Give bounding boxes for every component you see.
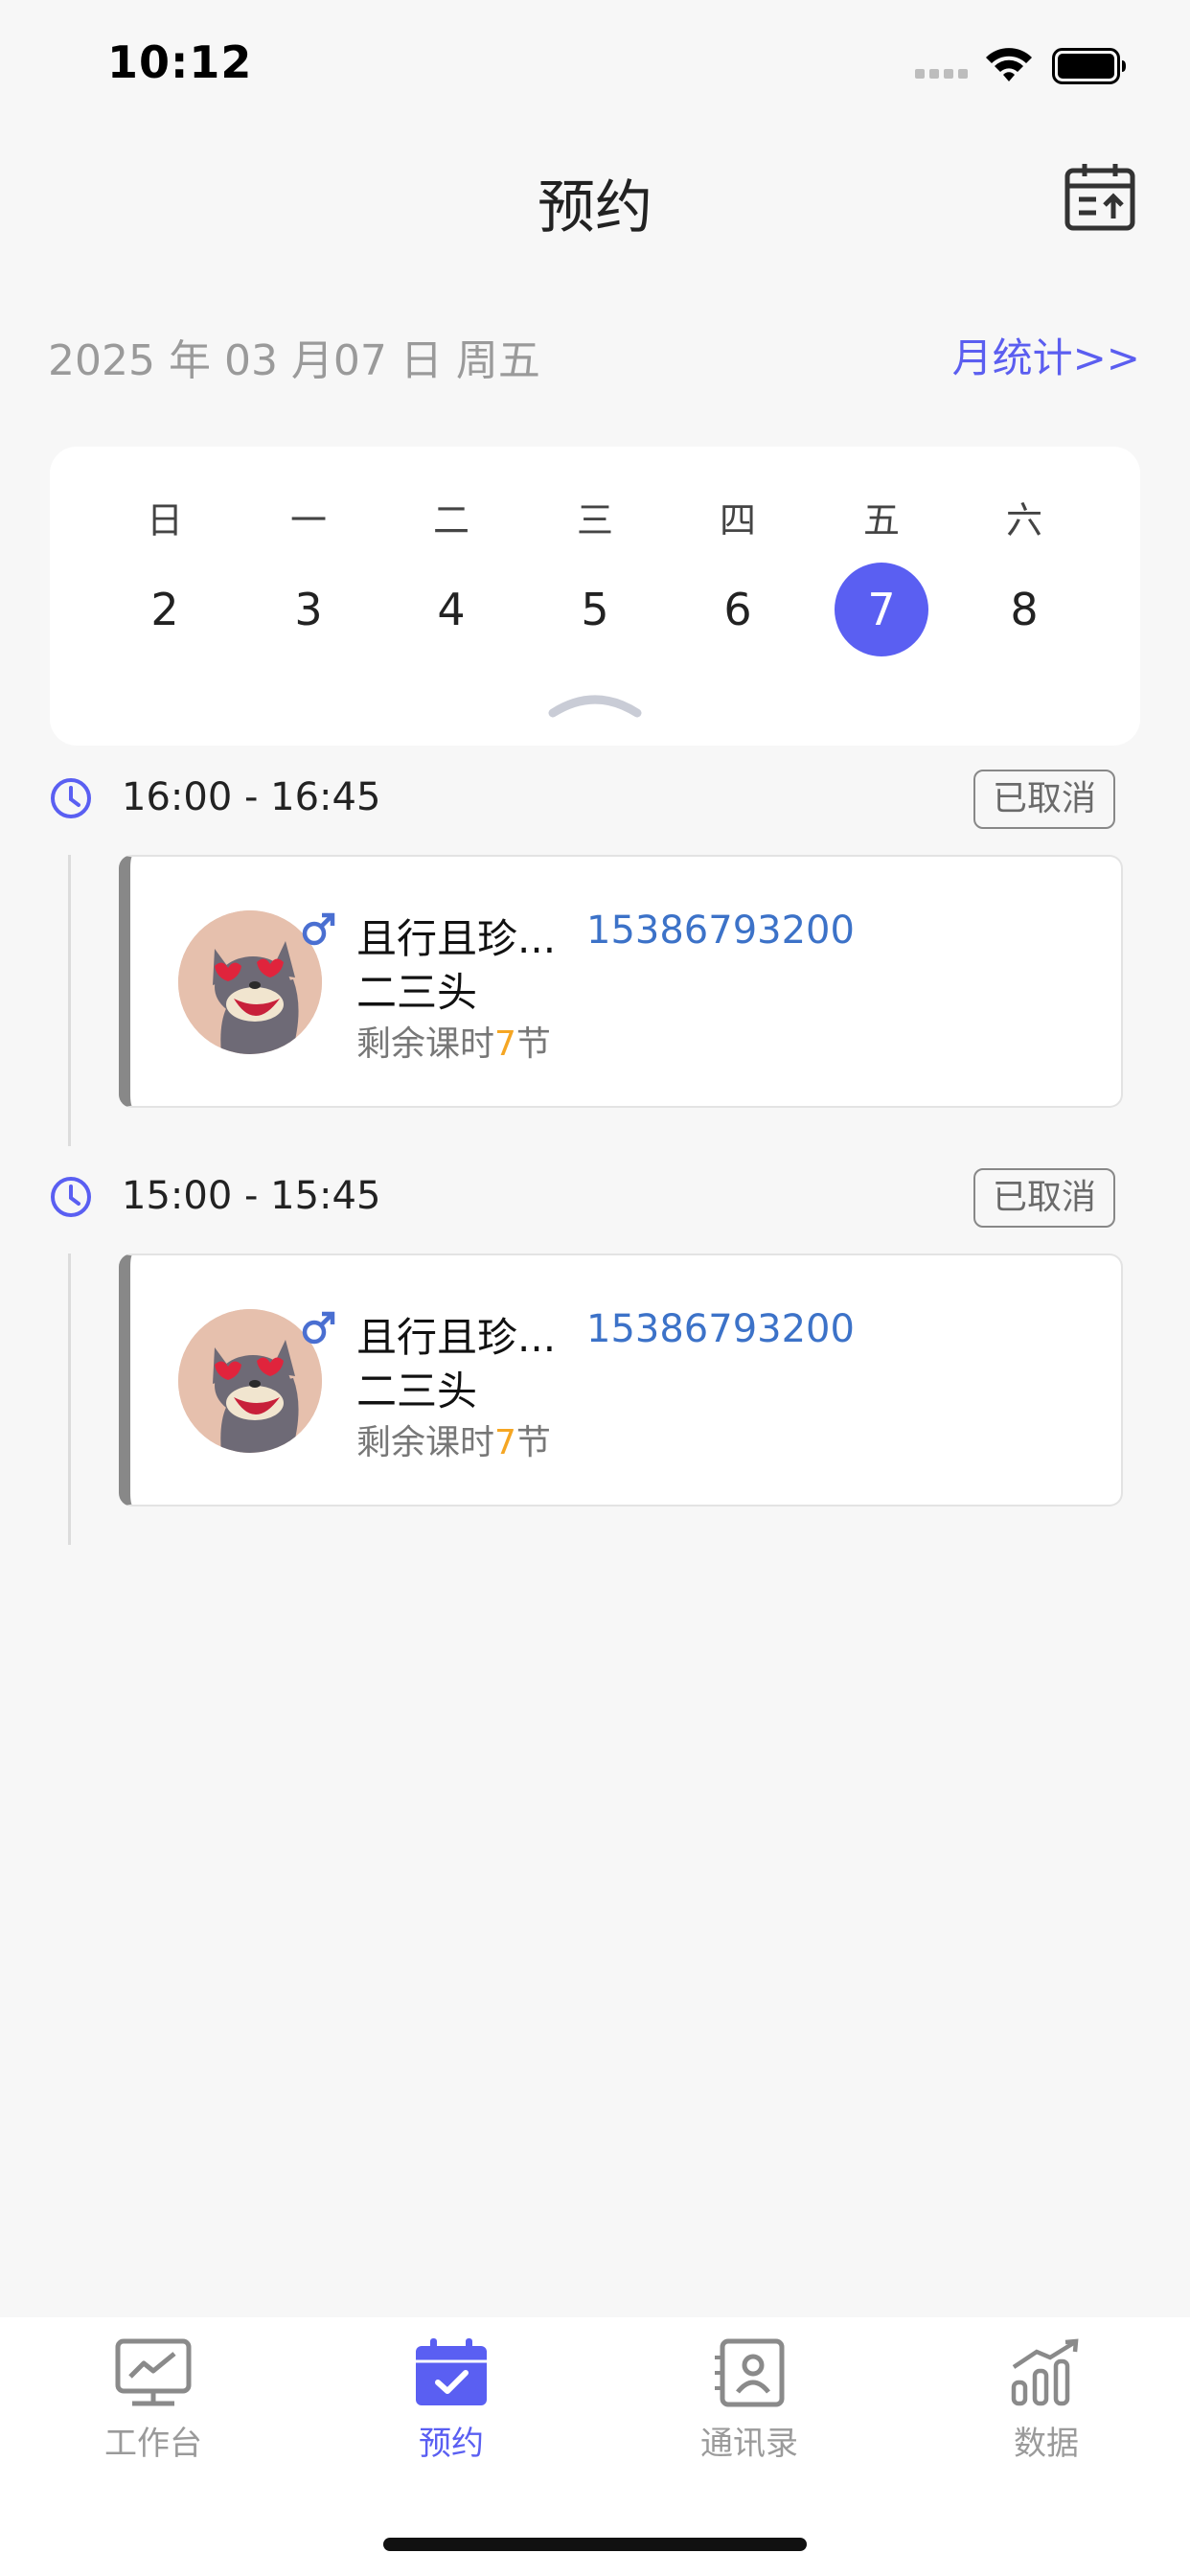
remaining-count: 7 <box>494 1024 516 1064</box>
calendar-check-icon <box>416 2338 487 2405</box>
weekday-label: 二 <box>432 499 469 541</box>
remaining-suffix: 节 <box>515 1423 551 1462</box>
workbench-icon <box>115 2338 192 2406</box>
weekday-label: 日 <box>146 499 183 541</box>
day-cell[interactable]: 4 <box>399 562 504 657</box>
page-title: 预约 <box>538 174 652 242</box>
data-chart-icon <box>1011 2338 1079 2406</box>
day-number: 8 <box>1010 584 1039 635</box>
day-cell[interactable]: 6 <box>685 562 790 657</box>
day-cell[interactable]: 5 <box>542 562 648 657</box>
student-name: 且行且珍... <box>356 915 557 962</box>
male-gender-icon <box>302 1311 335 1345</box>
weekday-label: 一 <box>289 499 327 541</box>
remaining-prefix: 剩余课时 <box>356 1423 495 1462</box>
day-cell[interactable]: 3 <box>256 562 361 657</box>
tab-label: 工作台 <box>104 2425 202 2463</box>
battery-icon <box>1052 48 1126 84</box>
remaining-suffix: 节 <box>515 1024 551 1064</box>
day-number: 7 <box>835 563 928 656</box>
status-time: 10:12 <box>107 36 253 88</box>
calendar-upload-icon <box>1064 164 1135 231</box>
calendar-export-button[interactable] <box>1064 161 1136 234</box>
tab-workbench[interactable]: 工作台 <box>57 2338 249 2464</box>
clock-icon <box>51 1177 91 1217</box>
appointment-time: 16:00 - 16:45 <box>122 775 381 819</box>
course-name: 二三头 <box>356 969 478 1016</box>
student-phone-link[interactable]: 15386793200 <box>586 908 855 953</box>
course-name: 二三头 <box>356 1368 478 1414</box>
day-number: 3 <box>294 584 323 635</box>
tab-label: 通讯录 <box>700 2425 798 2463</box>
weekday-label: 五 <box>862 499 900 541</box>
timeline-line <box>68 1254 71 1545</box>
remaining-prefix: 剩余课时 <box>356 1024 495 1064</box>
monthly-stats-link[interactable]: 月统计>> <box>952 326 1140 384</box>
tab-label: 预约 <box>419 2425 484 2463</box>
tab-label: 数据 <box>1014 2425 1079 2463</box>
day-number: 4 <box>437 584 466 635</box>
home-indicator <box>383 2538 807 2551</box>
status-badge: 已取消 <box>973 770 1115 829</box>
clock-icon <box>51 778 91 818</box>
status-badge: 已取消 <box>973 1168 1115 1228</box>
student-name: 且行且珍... <box>356 1314 557 1361</box>
remaining-lessons: 剩余课时7节 <box>356 1016 551 1066</box>
current-date: 2025 年 03 月07 日 周五 <box>48 336 540 385</box>
day-number: 5 <box>581 584 609 635</box>
week-calendar: 日 一 二 三 四 五 六 2 3 4 5 6 7 8 <box>50 447 1140 746</box>
contacts-icon <box>715 2338 785 2407</box>
day-cell[interactable]: 2 <box>112 562 217 657</box>
weekday-label: 三 <box>576 499 613 541</box>
appointment-card[interactable]: 且行且珍... 15386793200 二三头 剩余课时7节 <box>119 1254 1123 1506</box>
timeline-line <box>68 855 71 1146</box>
male-gender-icon <box>302 912 335 946</box>
weekday-label: 六 <box>1005 499 1042 541</box>
student-phone-link[interactable]: 15386793200 <box>586 1307 855 1351</box>
remaining-count: 7 <box>494 1423 516 1462</box>
tab-appointments[interactable]: 预约 <box>355 2338 547 2464</box>
day-cell-selected[interactable]: 7 <box>829 562 934 657</box>
appointment-card[interactable]: 且行且珍... 15386793200 二三头 剩余课时7节 <box>119 855 1123 1108</box>
appointment-time: 15:00 - 15:45 <box>122 1174 381 1218</box>
day-cell[interactable]: 8 <box>972 562 1077 657</box>
tab-contacts[interactable]: 通讯录 <box>653 2338 845 2464</box>
tab-data[interactable]: 数据 <box>950 2338 1142 2464</box>
weekday-label: 四 <box>719 499 756 541</box>
day-number: 2 <box>150 584 179 635</box>
cellular-signal-icon <box>915 69 968 79</box>
wifi-icon <box>986 48 1032 81</box>
collapse-handle-icon[interactable] <box>548 688 642 721</box>
day-number: 6 <box>723 584 752 635</box>
remaining-lessons: 剩余课时7节 <box>356 1414 551 1464</box>
